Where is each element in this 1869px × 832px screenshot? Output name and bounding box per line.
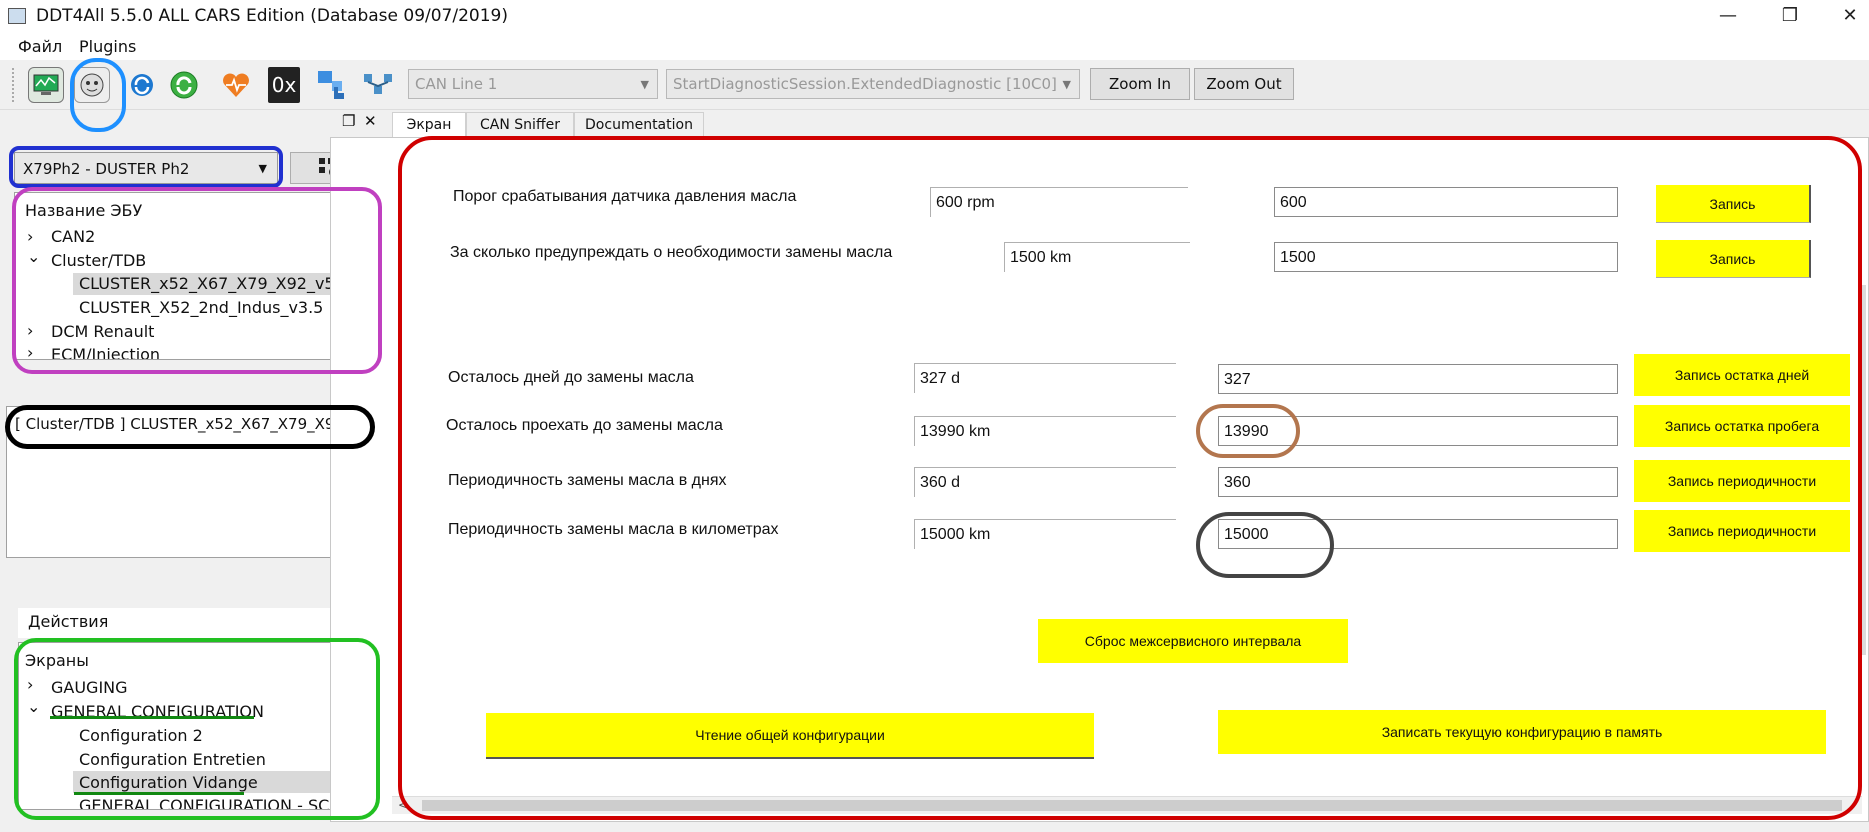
write-mileage-button[interactable]: Запись остатка пробега xyxy=(1634,405,1850,447)
window-title: DDT4All 5.5.0 ALL CARS Edition (Database… xyxy=(36,6,508,26)
ecu-tree-item[interactable]: CAN2 xyxy=(51,227,95,246)
sniffer-face-icon[interactable] xyxy=(74,67,110,103)
expander-icon[interactable]: › xyxy=(27,227,33,246)
selected-ecu-dock-header: ❐ ✕ xyxy=(6,382,384,404)
write-days-button[interactable]: Запись остатка дней xyxy=(1634,354,1850,396)
tab-can-sniffer[interactable]: CAN Sniffer xyxy=(466,112,574,138)
can-line-select[interactable]: CAN Line 1 ▼ xyxy=(408,69,658,99)
param-input[interactable]: 360 xyxy=(1218,467,1618,497)
ecu-dock-header: ❐ ✕ xyxy=(6,112,384,134)
vehicle-select[interactable]: X79Ph2 - DUSTER Ph2 ▼ xyxy=(14,152,278,184)
monitor-icon[interactable] xyxy=(28,67,64,103)
refresh-icon[interactable] xyxy=(124,67,160,103)
menu-plugins[interactable]: Plugins xyxy=(79,37,136,56)
toolbar-grip xyxy=(12,68,15,102)
param-input[interactable]: 1500 xyxy=(1274,242,1618,272)
param-input[interactable]: 327 xyxy=(1218,364,1618,394)
param-current-value: 15000 km xyxy=(914,519,1176,549)
param-input[interactable]: 600 xyxy=(1274,187,1618,217)
tab-screen[interactable]: Экран xyxy=(392,112,466,140)
scroll-left-icon[interactable]: < xyxy=(398,798,408,812)
ecu-tree-item[interactable]: ECM/Injection xyxy=(51,345,160,359)
close-button[interactable]: ✕ xyxy=(1830,2,1869,30)
param-current-value: 13990 km xyxy=(914,416,1176,446)
selected-ecu-label[interactable]: [ Cluster/TDB ] CLUSTER_x52_X67_X79_X92_… xyxy=(15,415,384,433)
actions-header[interactable]: Действия xyxy=(28,612,108,631)
ecu-tree-item-selected[interactable]: CLUSTER_x52_X67_X79_X92_v5.0 xyxy=(79,274,350,293)
zoom-out-button[interactable]: Zoom Out xyxy=(1194,68,1294,100)
app-icon xyxy=(8,8,26,24)
network-icon[interactable] xyxy=(360,67,396,103)
hex-mode-icon[interactable]: 0x xyxy=(268,67,300,103)
annotation-underline xyxy=(50,716,254,719)
title-bar: DDT4All 5.5.0 ALL CARS Edition (Database… xyxy=(0,0,1869,34)
chevron-down-icon: ▼ xyxy=(258,162,267,175)
vehicle-value: X79Ph2 - DUSTER Ph2 xyxy=(23,160,190,178)
scrollbar-thumb[interactable] xyxy=(422,800,1842,811)
param-current-value: 327 d xyxy=(914,363,1176,393)
write-config-button[interactable]: Записать текущую конфигурацию в память xyxy=(1218,710,1826,754)
param-input[interactable]: 15000 xyxy=(1218,519,1618,549)
ecu-tree: Название ЭБУ › CAN2 ⌄ Cluster/TDB CLUSTE… xyxy=(14,192,370,362)
param-label: Порог срабатывания датчика давления масл… xyxy=(453,188,797,205)
screens-tree-item[interactable]: Configuration 2 xyxy=(79,726,203,745)
toolbar: 0x CAN Line 1 ▼ StartDiagnosticSession.E… xyxy=(0,60,1869,110)
expander-icon[interactable]: ⌄ xyxy=(27,247,40,266)
restore-button[interactable]: ❐ xyxy=(1770,2,1810,30)
connect-icon[interactable] xyxy=(166,67,202,103)
expander-icon[interactable]: ⌄ xyxy=(27,697,40,716)
write-period-days-button[interactable]: Запись периодичности xyxy=(1634,460,1850,502)
write-button[interactable]: Запись xyxy=(1656,185,1811,223)
ecu-tree-header: Название ЭБУ xyxy=(25,201,143,220)
param-label: Периодичность замены масла в километрах xyxy=(448,521,779,538)
param-label: За сколько предупреждать о необходимости… xyxy=(450,244,893,261)
session-value: StartDiagnosticSession.ExtendedDiagnosti… xyxy=(673,75,1057,93)
expander-icon[interactable]: › xyxy=(27,343,33,362)
screens-tree-item[interactable]: Configuration Entretien xyxy=(79,750,266,769)
expander-icon[interactable]: › xyxy=(27,321,33,340)
tab-documentation[interactable]: Documentation xyxy=(574,112,704,138)
screens-tree: Экраны › GAUGING ⌄ GENERAL CONFIGURATION… xyxy=(18,642,370,810)
param-label: Периодичность замены масла в днях xyxy=(448,472,727,489)
write-period-km-button[interactable]: Запись периодичности xyxy=(1634,510,1850,552)
float-dock-icon[interactable]: ❐ xyxy=(342,112,355,130)
param-label: Осталось проехать до замены масла xyxy=(446,417,723,434)
param-input[interactable]: 13990 xyxy=(1218,416,1618,446)
session-select[interactable]: StartDiagnosticSession.ExtendedDiagnosti… xyxy=(666,69,1080,99)
reset-service-interval-button[interactable]: Сброс межсервисного интервала xyxy=(1038,619,1348,663)
read-config-button[interactable]: Чтение общей конфигурации xyxy=(486,713,1094,759)
minimize-button[interactable]: — xyxy=(1708,2,1748,30)
chevron-down-icon: ▼ xyxy=(1062,78,1071,91)
can-line-value: CAN Line 1 xyxy=(415,75,498,93)
heart-health-icon[interactable] xyxy=(218,67,254,103)
zoom-in-button[interactable]: Zoom In xyxy=(1090,68,1190,100)
ecu-tree-item[interactable]: DCM Renault xyxy=(51,322,154,341)
param-current-value: 600 rpm xyxy=(930,187,1188,217)
touch-select-icon[interactable] xyxy=(314,67,350,103)
expander-icon[interactable]: › xyxy=(27,675,33,694)
menu-bar: Файл Plugins xyxy=(0,34,1869,60)
param-current-value: 360 d xyxy=(914,467,1176,497)
param-label: Осталось дней до замены масла xyxy=(448,369,694,386)
screens-tree-header: Экраны xyxy=(25,651,89,670)
main-horizontal-scrollbar[interactable]: < xyxy=(392,796,1862,814)
menu-file[interactable]: Файл xyxy=(18,37,62,56)
ecu-tree-item[interactable]: Cluster/TDB xyxy=(51,251,146,270)
actions-header-box: Действия xyxy=(18,608,370,638)
screens-dock-header: ❐ ✕ xyxy=(6,570,384,592)
screens-tree-item[interactable]: GAUGING xyxy=(51,678,128,697)
ecu-tree-item[interactable]: CLUSTER_X52_2nd_Indus_v3.5 xyxy=(79,298,323,317)
write-button[interactable]: Запись xyxy=(1656,240,1811,278)
screens-tree-item[interactable]: GENERAL CONFIGURATION - SCR... xyxy=(79,796,355,809)
close-dock-icon[interactable]: ✕ xyxy=(364,112,377,130)
screens-tree-item-selected[interactable]: Configuration Vidange xyxy=(79,773,258,792)
main-vertical-scrollbar[interactable] xyxy=(1858,285,1866,655)
annotation-underline xyxy=(74,792,244,795)
param-current-value: 1500 km xyxy=(1004,242,1190,272)
chevron-down-icon: ▼ xyxy=(640,78,649,91)
selected-ecu-panel: [ Cluster/TDB ] CLUSTER_x52_X67_X79_X92_… xyxy=(6,406,384,558)
